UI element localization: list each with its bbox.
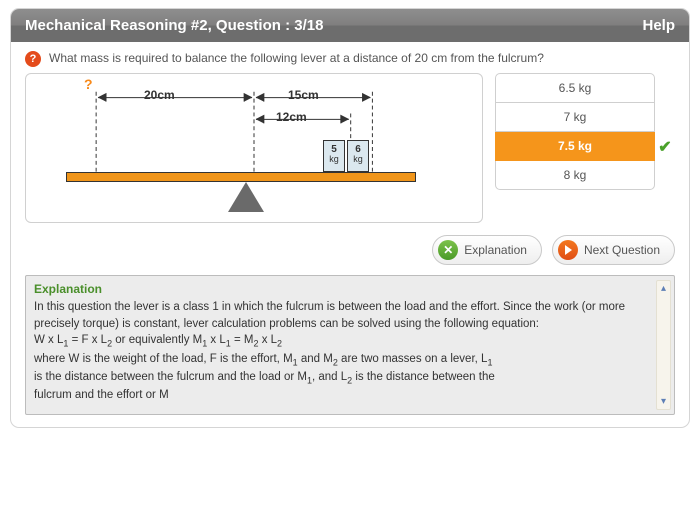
distance-right-inner-label: 12cm <box>276 110 307 124</box>
answer-option[interactable]: 7 kg <box>495 103 655 132</box>
next-button-label: Next Question <box>584 243 660 257</box>
question-icon: ? <box>25 51 41 67</box>
answer-list: 6.5 kg 7 kg 7.5 kg ✔ 8 kg <box>495 73 675 223</box>
explanation-body: In this question the lever is a class 1 … <box>34 299 666 404</box>
fulcrum <box>228 182 264 212</box>
scroll-up-icon[interactable]: ▴ <box>657 281 670 296</box>
mass-block-5kg: 5kg <box>323 140 345 172</box>
question-text: What mass is required to balance the fol… <box>49 50 544 66</box>
x-icon: ✕ <box>438 240 458 260</box>
lever-bar <box>66 172 416 182</box>
distance-left-label: 20cm <box>144 88 175 102</box>
next-question-button[interactable]: Next Question <box>552 235 675 265</box>
mass-block-6kg: 6kg <box>347 140 369 172</box>
scroll-down-icon[interactable]: ▾ <box>657 394 670 409</box>
check-icon: ✔ <box>655 132 675 161</box>
header: Mechanical Reasoning #2, Question : 3/18… <box>11 9 689 42</box>
play-icon <box>558 240 578 260</box>
lever-diagram: ? 20cm 15cm 12cm 5kg 6kg <box>25 73 483 223</box>
explanation-panel: Explanation In this question the lever i… <box>25 275 675 415</box>
help-link[interactable]: Help <box>642 17 675 34</box>
distance-right-outer-label: 15cm <box>288 88 319 102</box>
answer-option-selected[interactable]: 7.5 kg <box>495 132 655 161</box>
page-title: Mechanical Reasoning #2, Question : 3/18 <box>25 17 323 34</box>
explanation-button[interactable]: ✕ Explanation <box>432 235 542 265</box>
explanation-button-label: Explanation <box>464 243 527 257</box>
explanation-heading: Explanation <box>34 282 666 296</box>
question: ? What mass is required to balance the f… <box>25 50 675 67</box>
scrollbar[interactable]: ▴ ▾ <box>656 280 671 410</box>
answer-option[interactable]: 6.5 kg <box>495 73 655 103</box>
answer-option[interactable]: 8 kg <box>495 161 655 190</box>
unknown-mass-marker: ? <box>84 76 93 92</box>
